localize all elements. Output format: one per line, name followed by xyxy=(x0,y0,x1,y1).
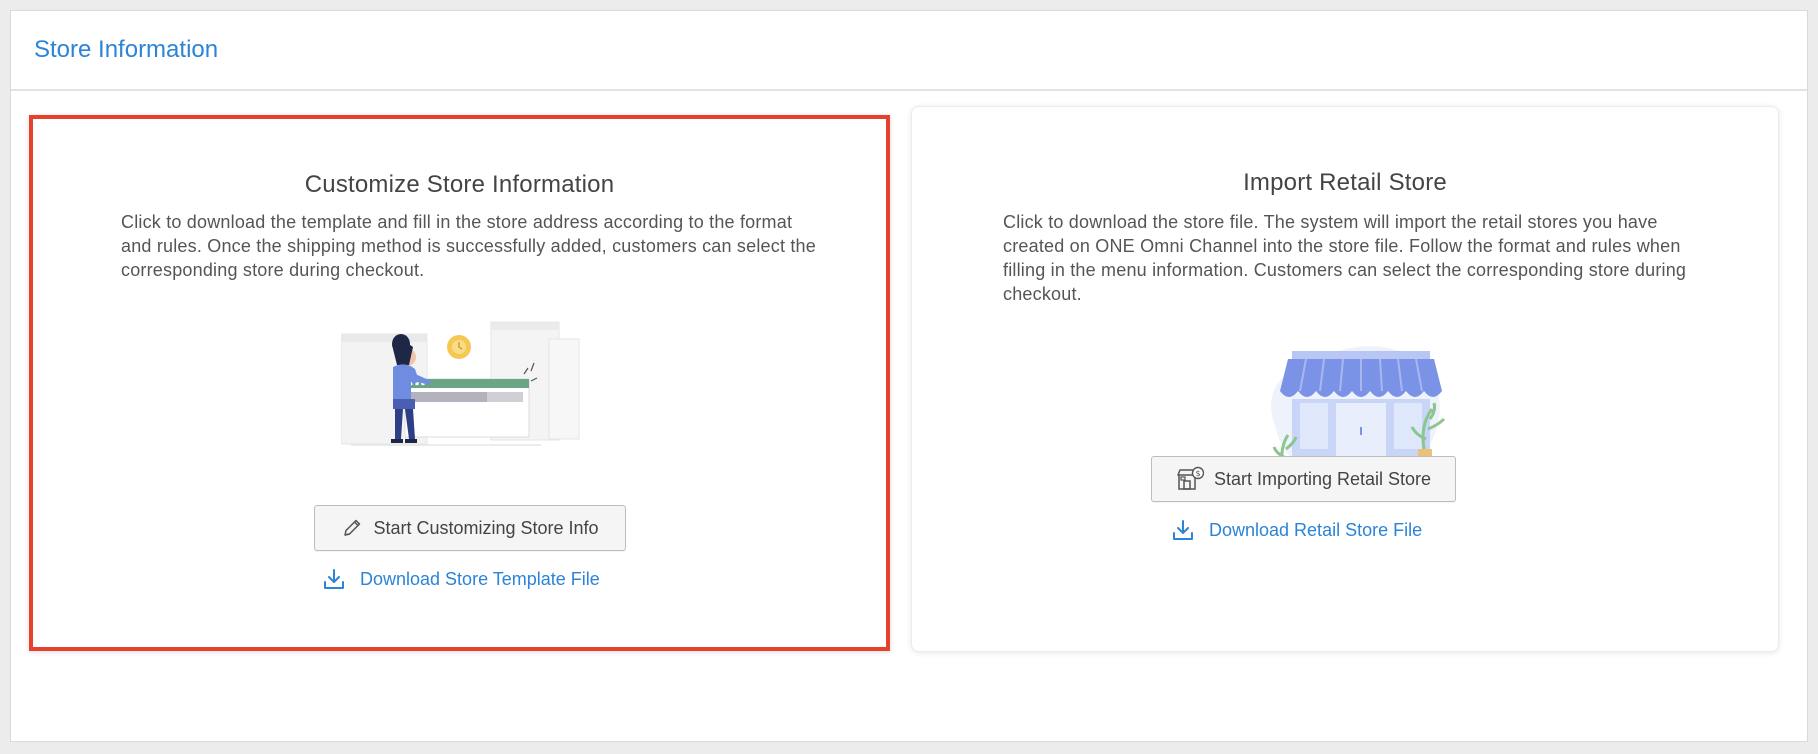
button-label: Start Importing Retail Store xyxy=(1213,468,1432,489)
pencil-icon xyxy=(341,517,363,539)
panel-header: Store Information xyxy=(11,11,1807,91)
link-label: Download Retail Store File xyxy=(1209,519,1423,540)
store-import-icon: $ xyxy=(1176,466,1204,492)
import-retail-card: Import Retail Store Click to download th… xyxy=(911,106,1779,652)
customize-illustration xyxy=(340,319,591,474)
svg-text:$: $ xyxy=(1195,469,1200,478)
card-description: Click to download the template and fill … xyxy=(121,212,816,280)
start-customizing-button[interactable]: Start Customizing Store Info xyxy=(314,505,626,551)
download-template-link[interactable]: Download Store Template File xyxy=(322,567,600,591)
start-importing-button[interactable]: $ Start Importing Retail Store xyxy=(1151,456,1456,502)
customize-store-card: Customize Store Information Click to dow… xyxy=(29,115,890,651)
card-title: Import Retail Store xyxy=(1243,169,1447,196)
button-label: Start Customizing Store Info xyxy=(373,517,599,538)
page-title: Store Information xyxy=(34,36,219,63)
download-icon xyxy=(1171,518,1195,542)
link-label: Download Store Template File xyxy=(360,568,600,589)
download-icon xyxy=(322,567,346,591)
card-description: Click to download the store file. The sy… xyxy=(1003,212,1687,304)
download-retail-file-link[interactable]: Download Retail Store File xyxy=(1171,518,1422,542)
card-title: Customize Store Information xyxy=(304,171,615,198)
